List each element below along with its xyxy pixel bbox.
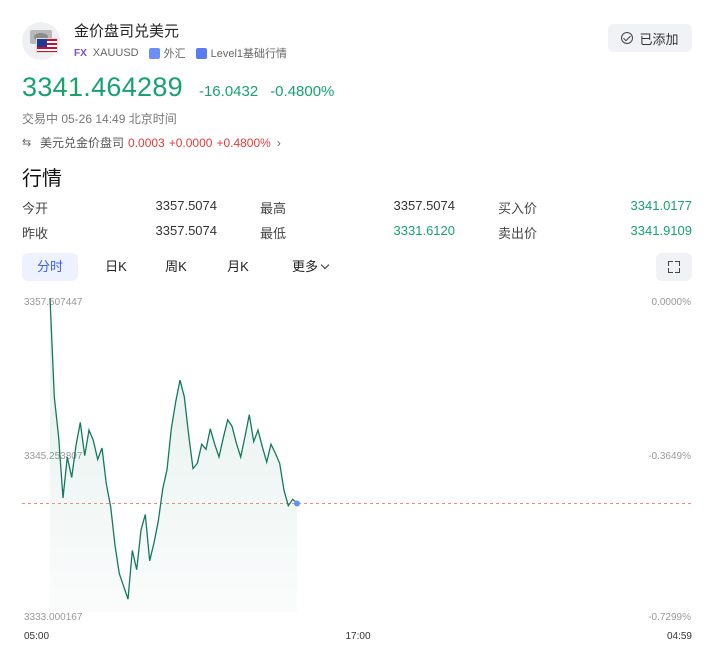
data-level-tag: Level1基础行情 xyxy=(210,48,288,60)
bid-value: 3341.0177 xyxy=(630,198,692,213)
ask-value: 3341.9109 xyxy=(630,223,692,238)
x-label-mid: 17:00 xyxy=(345,631,370,642)
instrument-header: 金价盘司兑美元 FX XAUUSD 外汇 Level1基础行情 已添加 xyxy=(22,18,692,62)
section-title: 行情 xyxy=(22,168,62,190)
intraday-chart[interactable]: 3357.507447 3345.253807 3333.000167 0.00… xyxy=(0,290,711,655)
open-label: 今开 xyxy=(22,201,49,216)
inverse-pair-label: 美元兑金价盘司 xyxy=(40,136,125,150)
bid-label: 买入价 xyxy=(498,201,538,216)
check-circle-icon xyxy=(621,32,634,44)
low-label: 最低 xyxy=(260,226,287,241)
prev-close-value: 3357.5074 xyxy=(155,223,217,238)
instrument-tags: FX XAUUSD 外汇 Level1基础行情 xyxy=(74,45,287,61)
tab-more[interactable]: 更多 xyxy=(282,253,338,281)
intraday-chart-svg: 3357.507447 3345.253807 3333.000167 0.00… xyxy=(22,297,692,642)
forex-icon xyxy=(148,47,160,59)
symbol: XAUUSD xyxy=(92,47,139,59)
last-price: 3341.464289 xyxy=(22,72,183,102)
tab-monthly-k[interactable]: 月K xyxy=(216,253,260,281)
chevron-down-icon xyxy=(320,260,330,270)
y-label-bottom: 3333.000167 xyxy=(24,612,83,623)
added-label: 已添加 xyxy=(639,31,679,47)
low-value: 3331.6120 xyxy=(393,223,455,238)
inverse-pair-link[interactable]: ⇆ 美元兑金价盘司 0.0003 +0.0000 +0.4800% › xyxy=(22,134,281,151)
swap-icon: ⇆ xyxy=(22,137,32,149)
tab-intraday[interactable]: 分时 xyxy=(22,253,78,281)
stats-table: 今开 3357.5074 最高 3357.5074 买入价 3341.0177 … xyxy=(22,198,692,248)
chevron-right-icon: › xyxy=(276,135,281,150)
tab-weekly-k[interactable]: 周K xyxy=(154,253,198,281)
pct-label-mid: -0.3649% xyxy=(648,451,691,462)
pct-label-bottom: -0.7299% xyxy=(648,612,691,623)
stats-row: 昨收 3357.5074 最低 3331.6120 卖出价 3341.9109 xyxy=(22,223,692,248)
stats-row: 今开 3357.5074 最高 3357.5074 买入价 3341.0177 xyxy=(22,198,692,223)
price-change: -16.0432 xyxy=(198,83,259,100)
tab-more-label: 更多 xyxy=(291,259,318,274)
inverse-price: 0.0003 xyxy=(128,135,165,150)
x-label-start: 05:00 xyxy=(24,631,49,642)
added-watchlist-button[interactable]: 已添加 xyxy=(608,24,692,52)
high-value: 3357.5074 xyxy=(393,198,455,213)
price-change-pct: -0.4800% xyxy=(270,83,335,100)
chart-tabs: 分时 日K 周K 月K 更多 xyxy=(22,253,692,281)
y-label-top: 3357.507447 xyxy=(24,297,83,308)
fullscreen-button[interactable] xyxy=(656,253,692,281)
market-tag: FX xyxy=(74,47,87,59)
quote-row: 3341.464289 -16.0432 -0.4800% xyxy=(22,72,334,103)
high-label: 最高 xyxy=(260,201,287,216)
inverse-change: +0.0000 xyxy=(168,135,213,150)
price-area xyxy=(50,298,297,612)
gold-us-flag-icon xyxy=(22,22,64,60)
prev-close-label: 昨收 xyxy=(22,226,49,241)
open-value: 3357.5074 xyxy=(155,198,217,213)
inverse-change-pct: +0.4800% xyxy=(216,135,271,150)
ask-label: 卖出价 xyxy=(498,226,538,241)
pct-label-top: 0.0000% xyxy=(652,297,692,308)
instrument-title: 金价盘司兑美元 xyxy=(74,23,180,40)
trading-status: 交易中 05-26 14:49 北京时间 xyxy=(22,112,177,126)
level1-icon xyxy=(195,47,207,59)
last-price-dot xyxy=(294,500,300,507)
category-tag: 外汇 xyxy=(163,48,186,60)
x-label-end: 04:59 xyxy=(667,631,692,642)
tab-daily-k[interactable]: 日K xyxy=(94,253,138,281)
